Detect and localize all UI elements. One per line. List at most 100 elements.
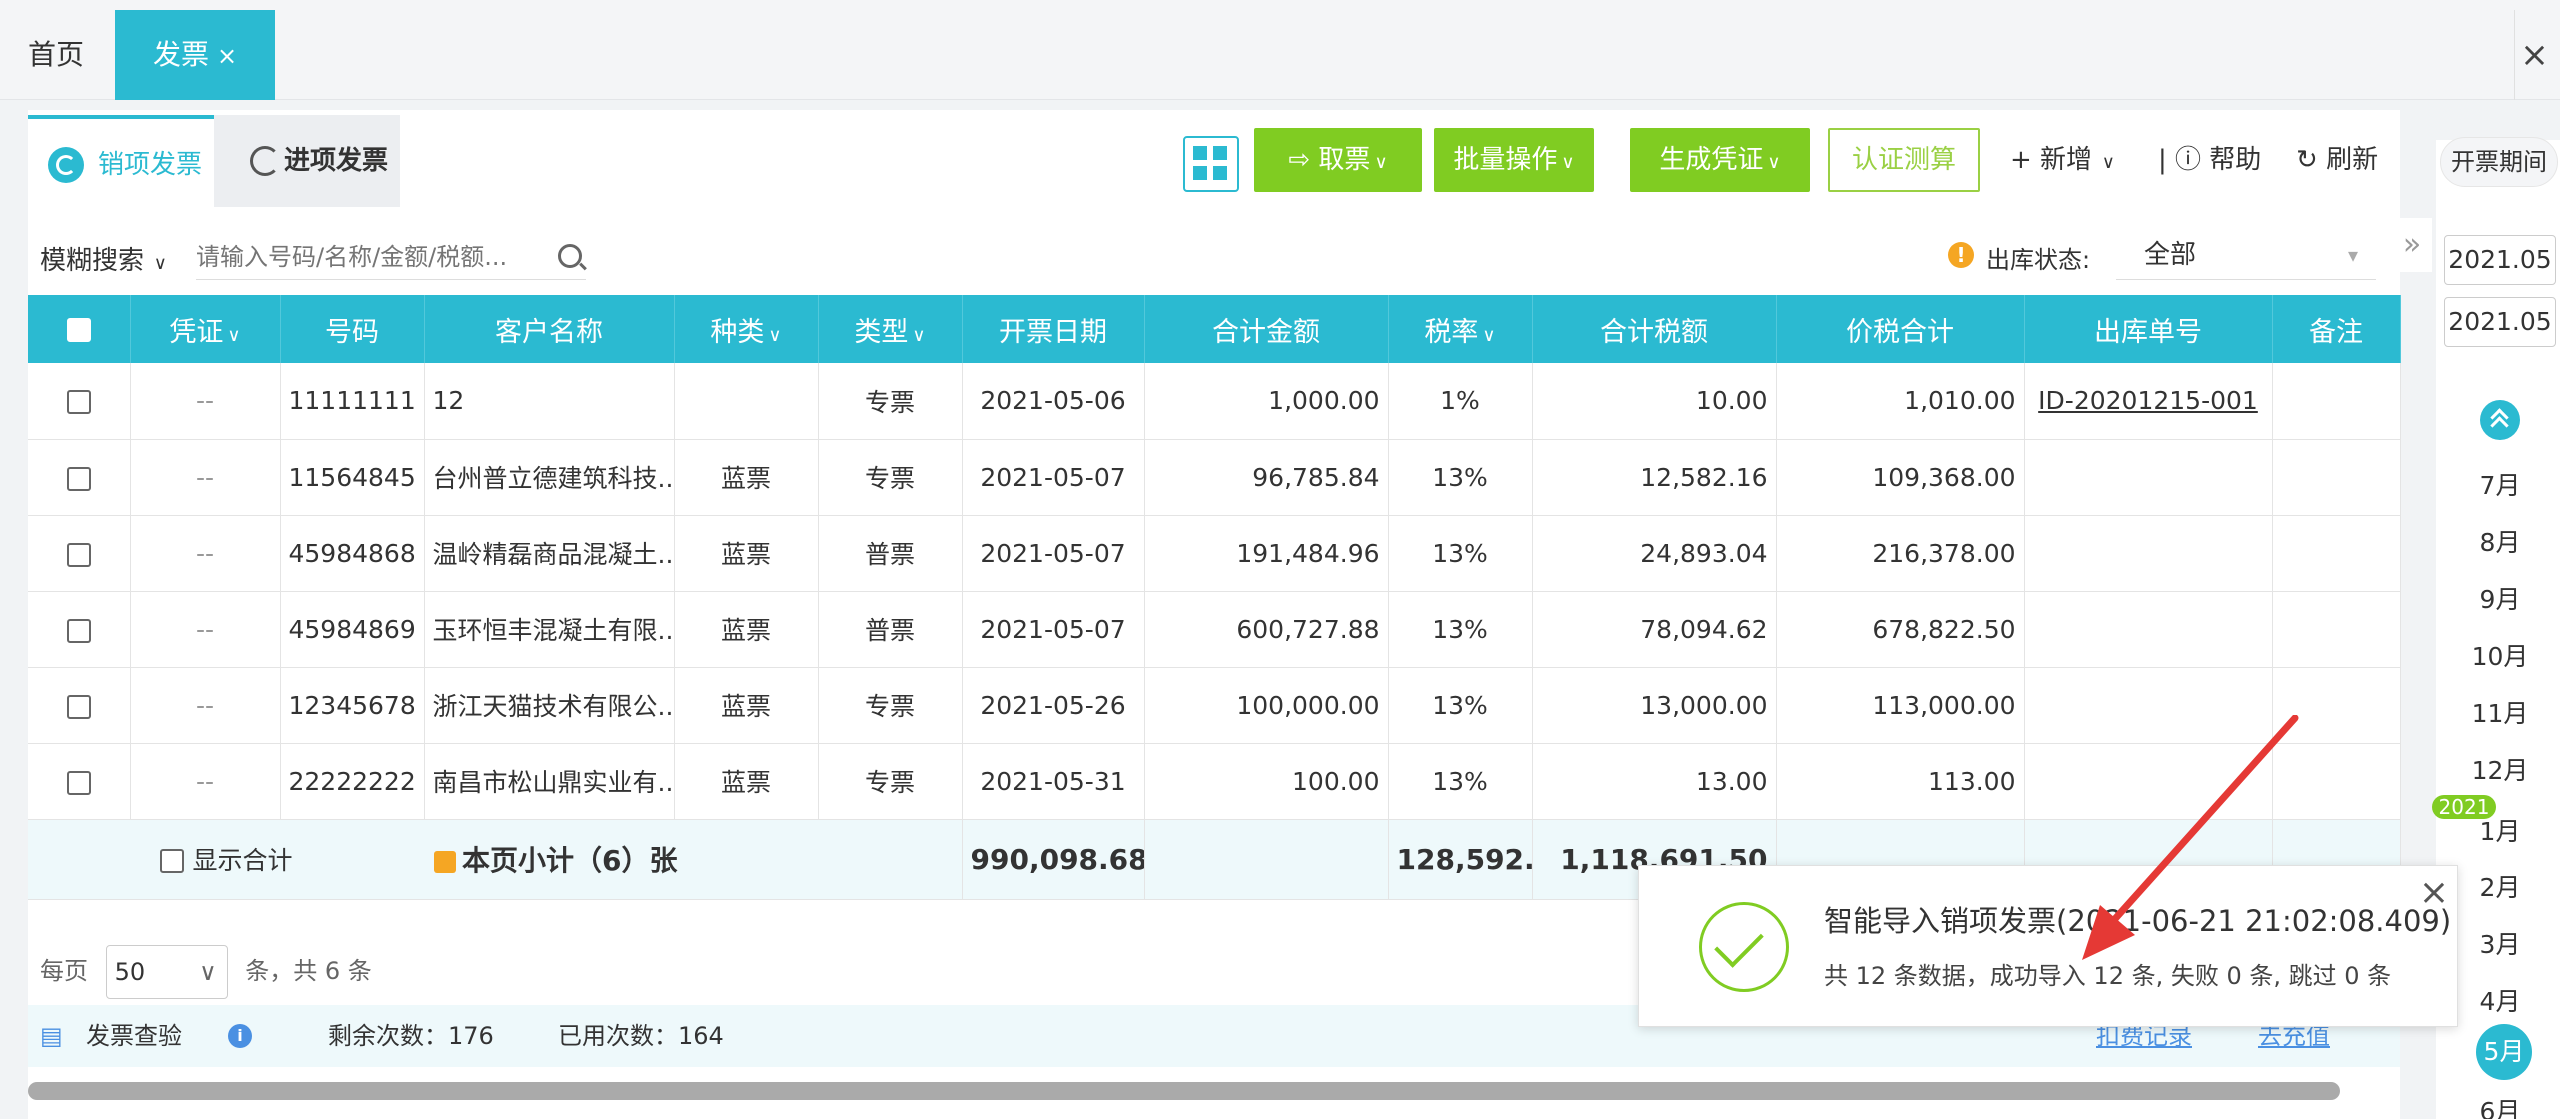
scroll-up-icon[interactable] [2480,400,2520,440]
month-item[interactable]: 9月 [2440,580,2560,616]
table-header-row: 凭证 ∨ 号码 客户名称 种类 ∨ 类型 ∨ 开票日期 合计金额 税率 ∨ 合计税额 价… [28,295,2401,363]
row-checkbox[interactable] [66,694,91,719]
month-item[interactable]: 11月 [2440,694,2560,730]
cell-kind: 蓝票 [674,439,819,516]
tab-sales-invoice[interactable]: 销项发票 [28,115,214,207]
invoice-check-label[interactable]: 发票查验 [86,1005,182,1067]
tab-home[interactable]: 首页 [0,10,112,100]
warning-icon: ! [1948,242,1974,268]
certify-estimate-button[interactable]: 认证测算 [1828,128,1980,192]
cell-outbound[interactable]: ID-20201215-001 [2024,363,2273,440]
table-row[interactable]: -- 11564845 台州普立德建筑科技... 蓝票 专票 2021-05-07 96,7… [28,439,2401,516]
row-checkbox[interactable] [66,390,91,415]
search-input[interactable] [196,234,586,280]
row-checkbox[interactable] [28,743,131,820]
month-item[interactable]: 10月 [2440,637,2560,673]
row-checkbox[interactable] [28,439,131,516]
row-checkbox[interactable] [28,515,131,592]
refresh-button[interactable]: ↻ 刷新 [2296,128,2378,192]
close-all-tabs-icon[interactable]: × [2514,10,2554,100]
add-button[interactable]: + 新增 ∨ [2010,128,2115,192]
cell-customer: 浙江天猫技术有限公... [424,667,675,744]
horizontal-scrollbar[interactable] [28,1082,2340,1100]
table-row[interactable]: -- 45984868 温岭精磊商品混凝土... 蓝票 普票 2021-05-07 191,… [28,515,2401,592]
month-active[interactable]: 5月 [2476,1024,2532,1080]
chevron-down-icon: ∨ [1561,152,1575,173]
month-item[interactable]: 8月 [2440,523,2560,559]
top-tab-bar: 首页 发票 × × [0,0,2560,100]
batch-operation-button[interactable]: 批量操作 ∨ [1434,128,1594,192]
month-item[interactable]: 4月 [2440,982,2560,1018]
row-checkbox[interactable] [66,770,91,795]
header-type[interactable]: 类型 ∨ [818,295,963,363]
page-size-select[interactable]: 50 [105,945,228,999]
month-item[interactable]: 2月 [2440,868,2560,904]
cell-kind: 蓝票 [674,743,819,820]
row-checkbox[interactable] [28,363,131,440]
search-icon[interactable] [558,244,582,268]
cell-outbound [2024,591,2273,668]
cell-voucher: -- [130,363,281,440]
show-total-cell[interactable]: 显示合计 [28,819,424,900]
header-number: 号码 [280,295,425,363]
grid-icon-cell [1213,146,1227,160]
toast-close-icon[interactable]: × [2419,872,2449,913]
tab-close-icon[interactable]: × [217,42,237,70]
select-all-checkbox[interactable] [66,318,91,342]
month-item[interactable]: 12月 [2440,751,2560,787]
row-checkbox[interactable] [66,618,91,643]
generate-voucher-button[interactable]: 生成凭证 ∨ [1630,128,1810,192]
red-arrow-annotation [2082,715,2299,960]
header-label: 类型 [854,316,909,348]
subtotal-label: 本页小计（6）张 [462,844,678,877]
sum-spacer [1144,819,1389,900]
month-item[interactable]: 3月 [2440,925,2560,961]
grid-icon-cell [1193,166,1207,180]
row-checkbox[interactable] [66,466,91,491]
search-mode-dropdown[interactable]: 模糊搜索 ∨ [40,240,167,277]
chevron-down-icon: ∨ [768,324,782,346]
tab-purchase-invoice[interactable]: 进项发票 [214,115,400,207]
info-icon[interactable]: i [228,1024,252,1048]
month-next[interactable]: 6月 [2440,1092,2560,1119]
tab-invoice[interactable]: 发票 × [115,10,275,100]
header-kind[interactable]: 种类 ∨ [674,295,819,363]
show-total-checkbox[interactable] [159,849,184,873]
cell-tax: 13,000.00 [1532,667,1777,744]
table-row[interactable]: -- 12345678 浙江天猫技术有限公... 蓝票 专票 2021-05-26 100,… [28,667,2401,744]
cell-tax: 10.00 [1532,363,1777,440]
search-mode-label: 模糊搜索 [40,246,145,276]
refresh-icon: ↻ [2296,145,2327,175]
month-item[interactable]: 7月 [2440,466,2560,502]
cell-kind: 蓝票 [674,515,819,592]
add-label: + 新增 [2010,145,2093,175]
batch-label: 批量操作 [1453,145,1558,175]
table-row[interactable]: -- 11111111 12 专票 2021-05-06 1,000.00 1% 10.00 1… [28,363,2401,440]
chevron-down-icon: ∨ [912,324,926,346]
row-checkbox[interactable] [28,667,131,744]
cell-number: 11111111 [280,363,425,440]
cell-amount: 100.00 [1144,743,1389,820]
header-voucher[interactable]: 凭证 ∨ [130,295,281,363]
sum-amount: 990,098.68 [962,819,1145,900]
cell-customer: 台州普立德建筑科技... [424,439,675,516]
period-to-input[interactable]: 2021.05 [2444,297,2556,347]
layout-toggle-button[interactable] [1183,136,1239,192]
period-from-input[interactable]: 2021.05 [2444,235,2556,285]
header-date: 开票日期 [962,295,1145,363]
help-button[interactable]: | ⓘ 帮助 [2158,128,2261,192]
row-checkbox[interactable] [66,542,91,567]
table-row[interactable]: -- 22222222 南昌市松山鼎实业有... 蓝票 专票 2021-05-31 100.… [28,743,2401,820]
cell-amount: 100,000.00 [1144,667,1389,744]
cell-rate: 1% [1388,363,1533,440]
outbound-status-select[interactable]: 全部 [2116,230,2376,280]
row-checkbox[interactable] [28,591,131,668]
header-rate[interactable]: 税率 ∨ [1388,295,1533,363]
grid-icon [1193,146,1207,160]
collapse-panel-icon[interactable]: » [2392,218,2432,272]
fetch-invoice-button[interactable]: ⇨ 取票 ∨ [1254,128,1422,192]
select-all-header[interactable] [28,295,131,363]
cell-type: 专票 [818,363,963,440]
header-total: 价税合计 [1776,295,2025,363]
table-row[interactable]: -- 45984869 玉环恒丰混凝土有限... 蓝票 普票 2021-05-07 600,… [28,591,2401,668]
